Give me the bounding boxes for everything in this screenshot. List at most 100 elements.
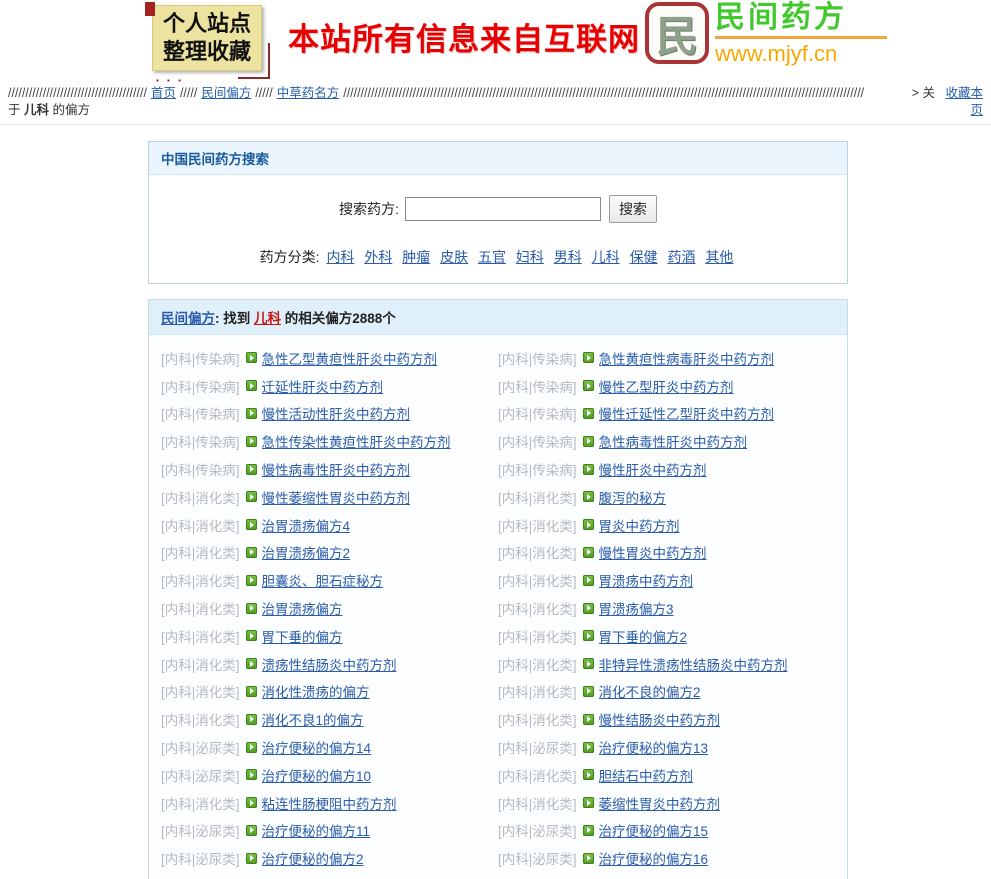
remedy-link[interactable]: 急性黄疸性病毒肝炎中药方剂 [599, 348, 775, 368]
site-name: 民间药方 [715, 2, 887, 34]
remedy-link[interactable]: 急性乙型黄疸性肝炎中药方剂 [262, 348, 438, 368]
remedy-link[interactable]: 萎缩性胃炎中药方剂 [599, 793, 721, 813]
category-row-label: 药方分类: [260, 249, 320, 265]
page: 个人站点 整理收藏 本站所有信息来自互联网 民 民间药方 www.mjyf.cn… [0, 0, 991, 879]
category-link[interactable]: 肿瘤 [402, 249, 430, 265]
category-tag: [内科|消化类] [498, 626, 577, 646]
remedy-link[interactable]: 胃下垂的偏方2 [599, 626, 688, 646]
category-link[interactable]: 内科 [326, 249, 354, 265]
category-tag: [内科|消化类] [498, 515, 577, 535]
remedy-link[interactable]: 胃溃疡中药方剂 [599, 570, 694, 590]
site-logo[interactable]: 民 民间药方 www.mjyf.cn [645, 2, 887, 66]
category-link[interactable]: 其他 [705, 249, 733, 265]
category-link[interactable]: 五官 [478, 249, 506, 265]
remedy-link[interactable]: 治胃溃疡偏方 [262, 598, 343, 618]
remedy-link[interactable]: 急性传染性黄疸性肝炎中药方剂 [262, 431, 451, 451]
remedy-link[interactable]: 非特异性溃疡性结肠炎中药方剂 [599, 654, 788, 674]
remedy-link[interactable]: 治疗便秘的偏方14 [262, 737, 372, 757]
remedy-link[interactable]: 慢性结肠炎中药方剂 [599, 709, 721, 729]
category-link[interactable]: 男科 [554, 249, 582, 265]
site-header: 个人站点 整理收藏 本站所有信息来自互联网 民 民间药方 www.mjyf.cn [0, 0, 991, 82]
category-tag: [内科|传染病] [161, 348, 240, 368]
remedy-link[interactable]: 急性病毒性肝炎中药方剂 [599, 431, 748, 451]
remedy-link[interactable]: 治疗便秘的偏方11 [262, 820, 371, 840]
remedy-link[interactable]: 治胃溃疡偏方2 [262, 542, 351, 562]
remedy-link[interactable]: 慢性胃炎中药方剂 [599, 542, 707, 562]
remedy-link[interactable]: 治疗便秘的偏方16 [599, 848, 709, 868]
remedy-link[interactable]: 治疗便秘的偏方13 [599, 737, 709, 757]
search-row: 搜索药方: 搜索 [149, 195, 847, 223]
remedy-link[interactable]: 治胃溃疡偏方4 [262, 515, 351, 535]
green-arrow-icon [583, 686, 594, 697]
results-keyword-link[interactable]: 儿科 [254, 311, 281, 326]
remedy-link[interactable]: 胃溃疡偏方3 [599, 598, 674, 618]
results-header-link[interactable]: 民间偏方 [161, 311, 215, 326]
slash-separator-1: ///// [180, 85, 197, 102]
category-tag: [内科|传染病] [498, 376, 577, 396]
remedy-link[interactable]: 慢性肝炎中药方剂 [599, 459, 707, 479]
list-item: [内科|消化类] 非特异性溃疡性结肠炎中药方剂 [498, 650, 835, 678]
list-item: [内科|泌尿类] 治疗便秘的偏方18 [498, 872, 835, 879]
category-link[interactable]: 儿科 [592, 249, 620, 265]
category-tag: [内科|消化类] [161, 709, 240, 729]
nav-home-link[interactable]: 首页 [151, 85, 176, 102]
category-tag: [内科|消化类] [161, 598, 240, 618]
remedy-link[interactable]: 慢性萎缩性胃炎中药方剂 [262, 487, 411, 507]
green-arrow-icon [583, 658, 594, 669]
remedy-link[interactable]: 胆结石中药方剂 [599, 765, 694, 785]
badge-line1: 个人站点 [163, 10, 251, 38]
remedy-link[interactable]: 胃下垂的偏方 [262, 626, 343, 646]
green-arrow-icon [583, 714, 594, 725]
disclaimer-banner: 本站所有信息来自互联网 [288, 14, 640, 59]
category-tag: [内科|传染病] [498, 348, 577, 368]
list-item: [内科|消化类] 粘连性肠梗阻中药方剂 [161, 789, 498, 817]
bookmark-page-link[interactable]: 收藏本页 [941, 85, 983, 119]
list-item: [内科|传染病] 慢性乙型肝炎中药方剂 [498, 372, 835, 400]
remedy-link[interactable]: 慢性乙型肝炎中药方剂 [599, 376, 734, 396]
remedy-link[interactable]: 粘连性肠梗阻中药方剂 [262, 793, 397, 813]
remedy-link[interactable]: 消化不良的偏方2 [599, 681, 701, 701]
seal-icon: 民 [645, 2, 709, 64]
remedy-link[interactable]: 腹泻的秘方 [599, 487, 667, 507]
search-button[interactable]: 搜索 [609, 195, 657, 223]
category-tag: [内科|消化类] [498, 487, 577, 507]
green-arrow-icon [246, 714, 257, 725]
remedy-link[interactable]: 慢性病毒性肝炎中药方剂 [262, 459, 411, 479]
category-tag: [内科|消化类] [161, 626, 240, 646]
category-link[interactable]: 外科 [364, 249, 392, 265]
list-item: [内科|泌尿类] 治疗便秘的偏方14 [161, 733, 498, 761]
remedy-link[interactable]: 消化不良1的偏方 [262, 709, 364, 729]
remedy-link[interactable]: 溃疡性结肠炎中药方剂 [262, 654, 397, 674]
category-tag: [内科|消化类] [498, 709, 577, 729]
category-link[interactable]: 皮肤 [440, 249, 468, 265]
remedy-link[interactable]: 治疗便秘的偏方2 [262, 848, 364, 868]
category-link[interactable]: 妇科 [516, 249, 544, 265]
category-link[interactable]: 药酒 [667, 249, 695, 265]
search-input[interactable] [405, 197, 601, 221]
category-tag: [内科|消化类] [161, 515, 240, 535]
green-arrow-icon [246, 603, 257, 614]
badge-sticker: 个人站点 整理收藏 [152, 5, 262, 71]
list-item: [内科|消化类] 溃疡性结肠炎中药方剂 [161, 650, 498, 678]
remedy-link[interactable]: 治疗便秘的偏方15 [599, 820, 709, 840]
remedy-link[interactable]: 消化性溃疡的偏方 [262, 681, 370, 701]
nav-herbal-link[interactable]: 中草药名方 [277, 85, 340, 102]
list-item: [内科|消化类] 治胃溃疡偏方4 [161, 511, 498, 539]
remedy-link[interactable]: 治疗便秘的偏方10 [262, 765, 372, 785]
slash-decoration-left: //////////////////////////////////////// [8, 85, 147, 102]
category-tag: [内科|泌尿类] [161, 737, 240, 757]
remedy-link[interactable]: 胆囊炎、胆石症秘方 [262, 570, 384, 590]
category-tag: [内科|消化类] [161, 487, 240, 507]
list-item: [内科|消化类] 治胃溃疡偏方2 [161, 539, 498, 567]
category-links-row: 药方分类: 内科 外科 肿瘤 皮肤 五官 妇科 男科 儿科 [149, 247, 847, 267]
green-arrow-icon [246, 825, 257, 836]
list-item: [内科|消化类] 胆囊炎、胆石症秘方 [161, 566, 498, 594]
category-link[interactable]: 保健 [630, 249, 658, 265]
remedy-link[interactable]: 慢性活动性肝炎中药方剂 [262, 403, 411, 423]
remedy-link[interactable]: 胃炎中药方剂 [599, 515, 680, 535]
list-item: [内科|消化类] 萎缩性胃炎中药方剂 [498, 789, 835, 817]
nav-folk-remedies-link[interactable]: 民间偏方 [201, 85, 251, 102]
remedy-link[interactable]: 慢性迁延性乙型肝炎中药方剂 [599, 403, 775, 423]
remedy-link[interactable]: 迁延性肝炎中药方剂 [262, 376, 384, 396]
about-keyword: 儿科 [24, 103, 49, 117]
